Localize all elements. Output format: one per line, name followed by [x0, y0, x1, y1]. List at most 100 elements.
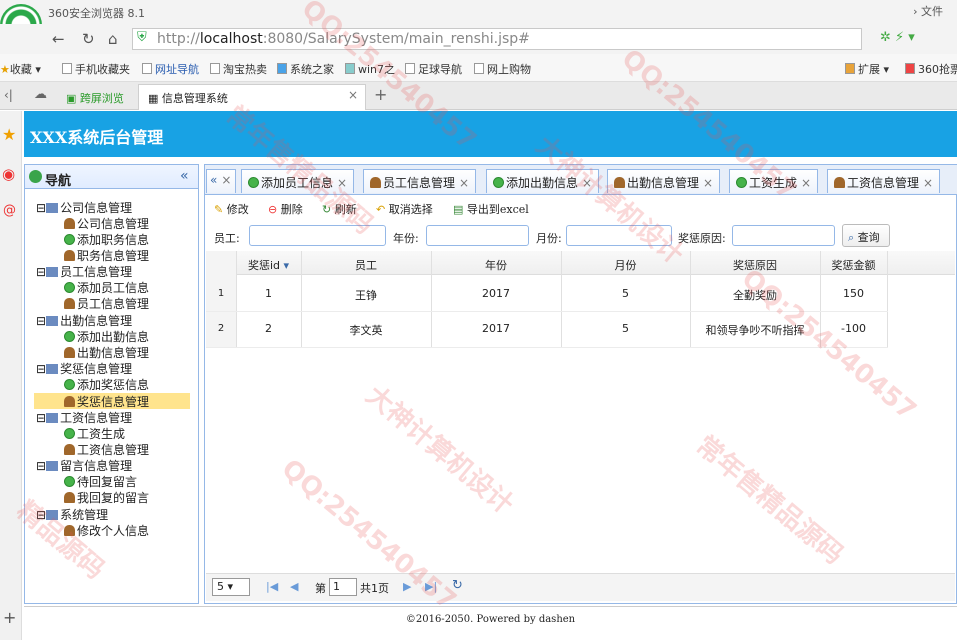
tab-add-attendance[interactable]: 添加出勤信息 × — [486, 169, 600, 193]
tab-scroll-left-icon[interactable]: ‹| — [4, 88, 13, 102]
row-number: 2 — [206, 323, 236, 334]
bookmark-taobao[interactable]: 淘宝热卖 — [210, 61, 267, 77]
weibo-side-icon[interactable]: ◉ — [2, 165, 15, 183]
url-input[interactable]: http://localhost:8080/SalarySystem/main_… — [132, 28, 862, 50]
reason-input[interactable] — [732, 225, 835, 246]
browser-tab-crossscreen[interactable]: ▣ 跨屏浏览 — [66, 90, 124, 106]
bookmark-shopping[interactable]: 网上购物 — [474, 61, 531, 77]
extensions-button[interactable]: 扩展 ▾ — [845, 61, 889, 77]
cell-month: 5 — [622, 287, 629, 300]
col-header-id[interactable]: 奖惩id ▾ — [236, 257, 301, 273]
tree-item-add-position[interactable]: 添加职务信息 — [64, 231, 149, 247]
tab-add-employee[interactable]: 添加员工信息 × — [241, 169, 355, 193]
row-number: 1 — [206, 288, 236, 299]
new-tab-icon[interactable]: + — [374, 85, 387, 104]
reload-icon[interactable]: ↻ — [82, 30, 95, 48]
close-icon: × — [923, 176, 934, 190]
cell-month: 5 — [622, 322, 629, 335]
first-page-icon[interactable]: |◀ — [266, 580, 278, 593]
file-menu[interactable]: › 文件 — [913, 3, 943, 19]
tree-item-salary-generate[interactable]: 工资生成 — [64, 425, 125, 441]
tab-salary-generate[interactable]: 工资生成 × — [729, 169, 819, 193]
tree-group-message[interactable]: ⊟ 留言信息管理 — [36, 457, 132, 473]
close-icon: × — [337, 176, 348, 190]
footer-text: ©2016-2050. Powered by dashen — [405, 614, 576, 625]
tree-item-position-manage[interactable]: 职务信息管理 — [64, 247, 149, 263]
side-add-icon[interactable]: + — [3, 608, 16, 627]
page-size-select[interactable]: 5 ▾ — [212, 578, 250, 596]
bookmark-football[interactable]: 足球导航 — [405, 61, 462, 77]
cell-employee: 王铮 — [355, 289, 377, 302]
reload-page-icon[interactable]: ↻ — [452, 578, 463, 593]
cell-id: 2 — [265, 322, 272, 335]
tab-salary-manage[interactable]: 工资信息管理 × — [827, 169, 941, 193]
browser-tab-close-icon[interactable]: × — [348, 88, 358, 102]
next-page-icon[interactable]: ▶ — [403, 580, 411, 593]
tree-group-attendance[interactable]: ⊟ 出勤信息管理 — [36, 312, 132, 328]
year-input[interactable] — [426, 225, 529, 246]
edit-button[interactable]: ✎ 修改 — [214, 201, 249, 217]
close-icon: × — [459, 176, 470, 190]
tree-item-add-reward[interactable]: 添加奖惩信息 — [64, 376, 149, 392]
bookmark-xitong[interactable]: 系统之家 — [277, 61, 334, 77]
refresh-icon: ↻ — [322, 203, 332, 216]
tree-group-reward[interactable]: ⊟ 奖惩信息管理 — [36, 360, 132, 376]
tree-item-add-employee[interactable]: 添加员工信息 — [64, 279, 149, 295]
bookmark-nav[interactable]: 网址导航 — [142, 61, 199, 77]
tree-item-edit-profile[interactable]: 修改个人信息 — [64, 522, 149, 538]
tab-attendance-manage[interactable]: 出勤信息管理 × — [607, 169, 721, 193]
tree-item-attendance-manage[interactable]: 出勤信息管理 — [64, 344, 149, 360]
bookmark-mobile[interactable]: 手机收藏夹 — [62, 61, 130, 77]
employee-label: 员工: — [214, 232, 240, 245]
tree-group-system[interactable]: ⊟ 系统管理 — [36, 506, 108, 522]
col-header-reason[interactable]: 奖惩原因 — [690, 257, 820, 273]
tree-group-company[interactable]: ⊟ 公司信息管理 — [36, 199, 132, 215]
tree-item-add-attendance[interactable]: 添加出勤信息 — [64, 328, 149, 344]
col-header-year[interactable]: 年份 — [431, 257, 561, 273]
ticket-extension[interactable]: 360抢票 — [905, 61, 957, 77]
sidebar-title: 导航 — [45, 174, 72, 189]
tree-group-salary[interactable]: ⊟ 工资信息管理 — [36, 409, 132, 425]
employee-input[interactable] — [249, 225, 386, 246]
refresh-button[interactable]: ↻ 刷新 — [322, 201, 357, 217]
tabs-scroll-left[interactable]: «× — [206, 169, 236, 193]
home-icon[interactable]: ⌂ — [108, 30, 118, 48]
tree-item-my-replies[interactable]: 我回复的留言 — [64, 489, 149, 505]
tree-item-company-info[interactable]: 公司信息管理 — [64, 215, 149, 231]
export-excel-button[interactable]: ▤ 导出到excel — [453, 201, 529, 217]
unselect-button[interactable]: ↶ 取消选择 — [376, 201, 433, 217]
collapse-icon[interactable]: « — [180, 168, 189, 184]
search-button[interactable]: ⌕ 查询 — [842, 224, 890, 247]
bookmark-win7[interactable]: win7之 — [345, 61, 395, 77]
month-label: 月份: — [536, 232, 562, 245]
tree-item-salary-manage[interactable]: 工资信息管理 — [64, 441, 149, 457]
browser-side-strip — [0, 111, 22, 640]
tree-item-pending-messages[interactable]: 待回复留言 — [64, 473, 137, 489]
cell-reason: 全勤奖励 — [733, 289, 777, 302]
favorites-side-icon[interactable]: ★ — [2, 125, 16, 144]
last-page-icon[interactable]: ▶| — [425, 580, 437, 593]
tree-item-reward-manage[interactable]: 奖惩信息管理 — [34, 393, 190, 409]
pencil-icon: ✎ — [214, 203, 224, 216]
page-number-input[interactable]: 1 — [329, 578, 357, 596]
cell-reason: 和领导争吵不听指挥 — [705, 324, 805, 337]
extension-icon[interactable]: ✲ ⚡ ▾ — [880, 30, 915, 45]
col-header-employee[interactable]: 员工 — [301, 257, 431, 273]
tree-group-employee[interactable]: ⊟ 员工信息管理 — [36, 263, 132, 279]
back-icon[interactable]: ← — [52, 30, 65, 48]
tree-item-employee-manage[interactable]: 员工信息管理 — [64, 295, 149, 311]
bookmark-favorites[interactable]: ★收藏 ▾ — [0, 61, 41, 77]
month-input[interactable] — [566, 225, 672, 246]
cloud-icon[interactable]: ☁ — [34, 87, 47, 102]
mail-side-icon[interactable]: @ — [3, 203, 16, 218]
cell-amount: 150 — [843, 287, 864, 300]
col-header-amount[interactable]: 奖惩金额 — [820, 257, 887, 273]
delete-button[interactable]: ⊖ 删除 — [268, 201, 303, 217]
app-title: XXX系统后台管理 — [30, 128, 164, 147]
col-header-month[interactable]: 月份 — [561, 257, 690, 273]
prev-page-icon[interactable]: ◀ — [290, 580, 298, 593]
delete-icon: ⊖ — [268, 203, 278, 216]
page-label-before: 第 — [315, 582, 326, 595]
tab-employee-manage[interactable]: 员工信息管理 × — [363, 169, 477, 193]
app-header — [24, 111, 957, 157]
